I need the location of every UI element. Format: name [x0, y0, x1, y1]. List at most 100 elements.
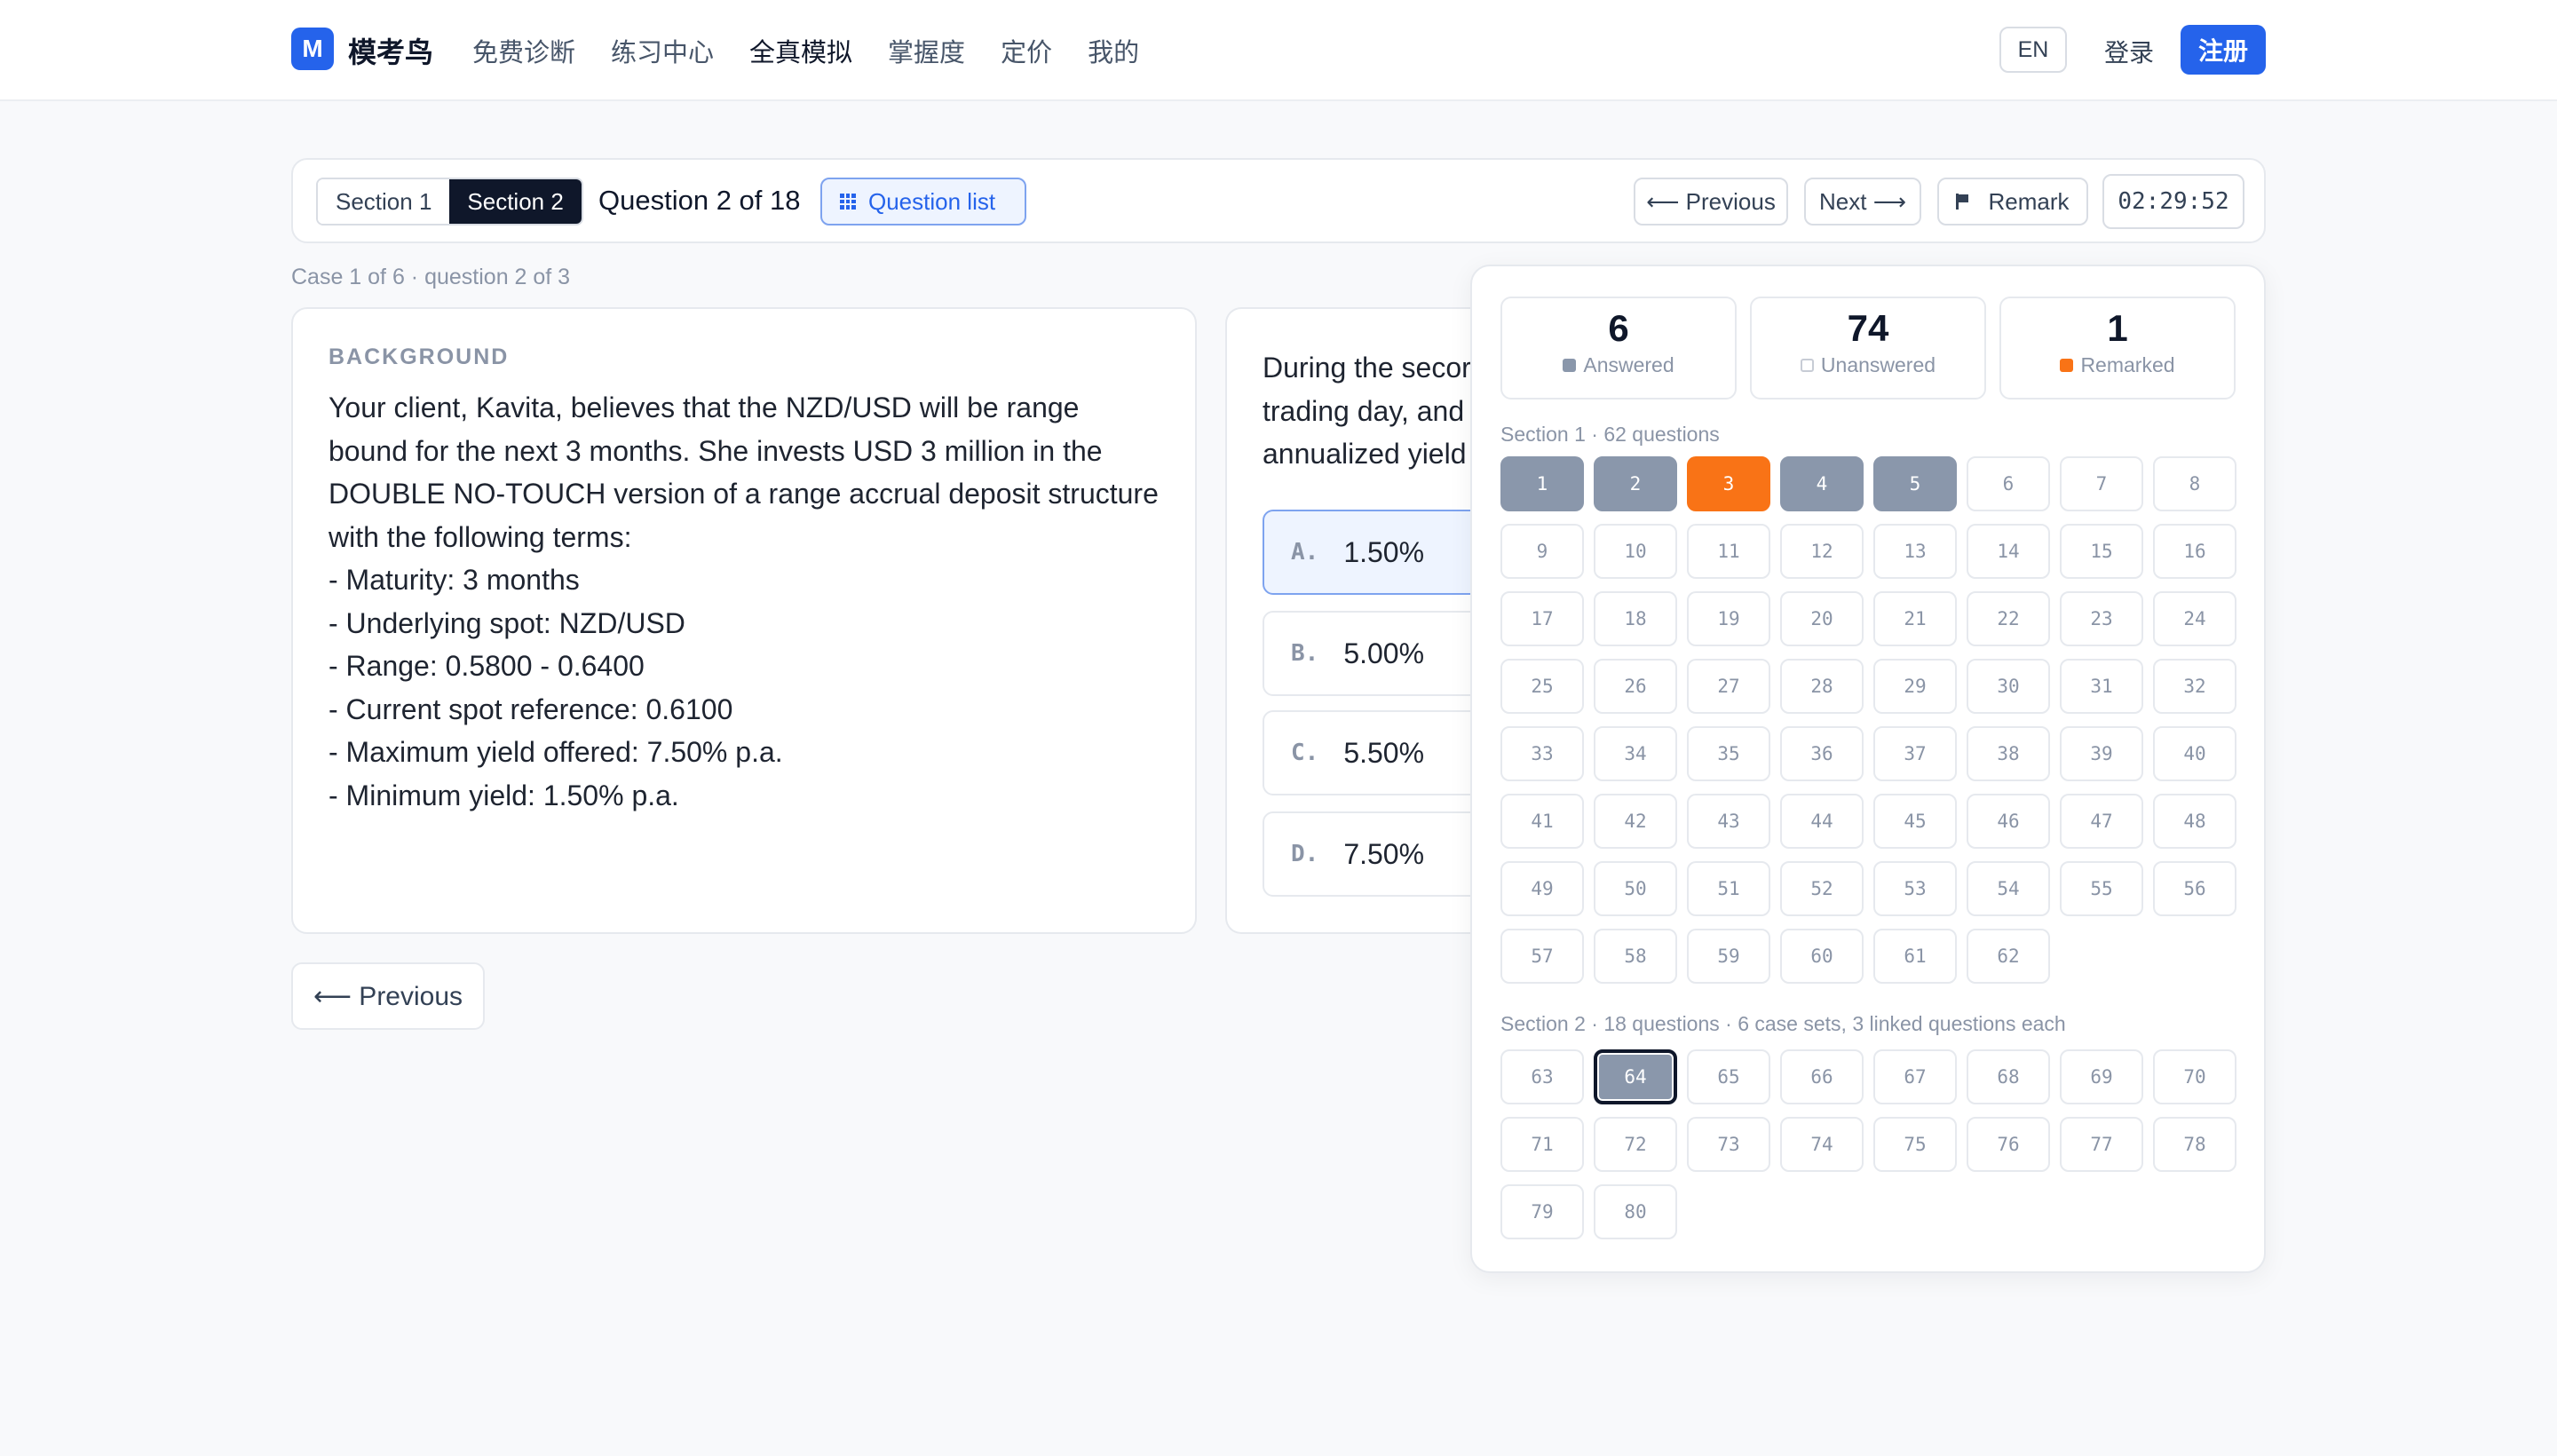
- nav-item-mine[interactable]: 我的: [1088, 32, 1139, 69]
- brand-name[interactable]: 模考鸟: [348, 30, 433, 71]
- option-a[interactable]: A. 1.50%: [1263, 510, 1492, 595]
- question-number-47[interactable]: 47: [2060, 794, 2143, 849]
- nav-item-mastery[interactable]: 掌握度: [888, 32, 965, 69]
- question-number-40[interactable]: 40: [2153, 726, 2236, 781]
- question-number-46[interactable]: 46: [1967, 794, 2050, 849]
- question-number-29[interactable]: 29: [1873, 659, 1957, 714]
- question-number-56[interactable]: 56: [2153, 861, 2236, 916]
- question-number-48[interactable]: 48: [2153, 794, 2236, 849]
- question-number-7[interactable]: 7: [2060, 456, 2143, 511]
- question-number-73[interactable]: 73: [1687, 1117, 1770, 1172]
- question-number-36[interactable]: 36: [1780, 726, 1864, 781]
- question-number-23[interactable]: 23: [2060, 591, 2143, 646]
- tab-section-1[interactable]: Section 1: [318, 179, 450, 224]
- question-number-55[interactable]: 55: [2060, 861, 2143, 916]
- question-number-30[interactable]: 30: [1967, 659, 2050, 714]
- question-number-57[interactable]: 57: [1500, 929, 1584, 984]
- login-link[interactable]: 登录: [2104, 34, 2154, 69]
- question-number-60[interactable]: 60: [1780, 929, 1864, 984]
- question-number-70[interactable]: 70: [2153, 1049, 2236, 1104]
- question-number-19[interactable]: 19: [1687, 591, 1770, 646]
- question-number-32[interactable]: 32: [2153, 659, 2236, 714]
- question-number-75[interactable]: 75: [1873, 1117, 1957, 1172]
- question-number-12[interactable]: 12: [1780, 524, 1864, 579]
- question-number-51[interactable]: 51: [1687, 861, 1770, 916]
- question-number-31[interactable]: 31: [2060, 659, 2143, 714]
- remark-button[interactable]: Remark: [1937, 178, 2088, 226]
- question-number-77[interactable]: 77: [2060, 1117, 2143, 1172]
- question-number-8[interactable]: 8: [2153, 456, 2236, 511]
- question-number-15[interactable]: 15: [2060, 524, 2143, 579]
- question-number-3[interactable]: 3: [1687, 456, 1770, 511]
- question-number-41[interactable]: 41: [1500, 794, 1584, 849]
- question-number-61[interactable]: 61: [1873, 929, 1957, 984]
- next-button[interactable]: Next ⟶: [1804, 178, 1921, 226]
- question-number-18[interactable]: 18: [1594, 591, 1677, 646]
- question-number-21[interactable]: 21: [1873, 591, 1957, 646]
- register-button[interactable]: 注册: [2181, 25, 2266, 75]
- question-number-5[interactable]: 5: [1873, 456, 1957, 511]
- question-number-49[interactable]: 49: [1500, 861, 1584, 916]
- question-number-6[interactable]: 6: [1967, 456, 2050, 511]
- question-number-4[interactable]: 4: [1780, 456, 1864, 511]
- question-number-74[interactable]: 74: [1780, 1117, 1864, 1172]
- question-number-43[interactable]: 43: [1687, 794, 1770, 849]
- question-number-16[interactable]: 16: [2153, 524, 2236, 579]
- nav-item-practice[interactable]: 练习中心: [611, 32, 714, 69]
- nav-item-pricing[interactable]: 定价: [1001, 32, 1052, 69]
- question-number-24[interactable]: 24: [2153, 591, 2236, 646]
- question-number-80[interactable]: 80: [1594, 1184, 1677, 1239]
- question-number-11[interactable]: 11: [1687, 524, 1770, 579]
- question-number-26[interactable]: 26: [1594, 659, 1677, 714]
- question-number-52[interactable]: 52: [1780, 861, 1864, 916]
- question-number-13[interactable]: 13: [1873, 524, 1957, 579]
- option-b[interactable]: B. 5.00%: [1263, 611, 1492, 696]
- question-number-44[interactable]: 44: [1780, 794, 1864, 849]
- question-number-58[interactable]: 58: [1594, 929, 1677, 984]
- question-number-76[interactable]: 76: [1967, 1117, 2050, 1172]
- question-number-1[interactable]: 1: [1500, 456, 1584, 511]
- question-number-53[interactable]: 53: [1873, 861, 1957, 916]
- question-number-27[interactable]: 27: [1687, 659, 1770, 714]
- question-number-42[interactable]: 42: [1594, 794, 1677, 849]
- question-number-79[interactable]: 79: [1500, 1184, 1584, 1239]
- option-d[interactable]: D. 7.50%: [1263, 811, 1492, 897]
- nav-item-diagnosis[interactable]: 免费诊断: [472, 32, 575, 69]
- question-number-10[interactable]: 10: [1594, 524, 1677, 579]
- question-number-35[interactable]: 35: [1687, 726, 1770, 781]
- question-number-65[interactable]: 65: [1687, 1049, 1770, 1104]
- bottom-previous-button[interactable]: ⟵ Previous: [291, 962, 485, 1030]
- question-number-62[interactable]: 62: [1967, 929, 2050, 984]
- question-number-22[interactable]: 22: [1967, 591, 2050, 646]
- nav-item-mock-exam[interactable]: 全真模拟: [749, 32, 852, 69]
- language-button[interactable]: EN: [1999, 27, 2067, 73]
- question-number-69[interactable]: 69: [2060, 1049, 2143, 1104]
- question-number-28[interactable]: 28: [1780, 659, 1864, 714]
- logo-icon[interactable]: M: [291, 28, 334, 70]
- question-number-63[interactable]: 63: [1500, 1049, 1584, 1104]
- question-number-78[interactable]: 78: [2153, 1117, 2236, 1172]
- question-number-39[interactable]: 39: [2060, 726, 2143, 781]
- question-number-9[interactable]: 9: [1500, 524, 1584, 579]
- question-number-33[interactable]: 33: [1500, 726, 1584, 781]
- question-number-67[interactable]: 67: [1873, 1049, 1957, 1104]
- question-number-50[interactable]: 50: [1594, 861, 1677, 916]
- question-number-38[interactable]: 38: [1967, 726, 2050, 781]
- question-list-button[interactable]: Question list: [820, 178, 1026, 226]
- question-number-2[interactable]: 2: [1594, 456, 1677, 511]
- tab-section-2[interactable]: Section 2: [449, 179, 582, 224]
- question-number-68[interactable]: 68: [1967, 1049, 2050, 1104]
- question-number-59[interactable]: 59: [1687, 929, 1770, 984]
- question-number-25[interactable]: 25: [1500, 659, 1584, 714]
- question-number-17[interactable]: 17: [1500, 591, 1584, 646]
- question-number-64[interactable]: 64: [1594, 1049, 1677, 1104]
- question-number-72[interactable]: 72: [1594, 1117, 1677, 1172]
- previous-button[interactable]: ⟵ Previous: [1634, 178, 1788, 226]
- question-number-54[interactable]: 54: [1967, 861, 2050, 916]
- question-number-37[interactable]: 37: [1873, 726, 1957, 781]
- option-c[interactable]: C. 5.50%: [1263, 710, 1492, 795]
- question-number-20[interactable]: 20: [1780, 591, 1864, 646]
- question-number-66[interactable]: 66: [1780, 1049, 1864, 1104]
- question-number-34[interactable]: 34: [1594, 726, 1677, 781]
- question-number-71[interactable]: 71: [1500, 1117, 1584, 1172]
